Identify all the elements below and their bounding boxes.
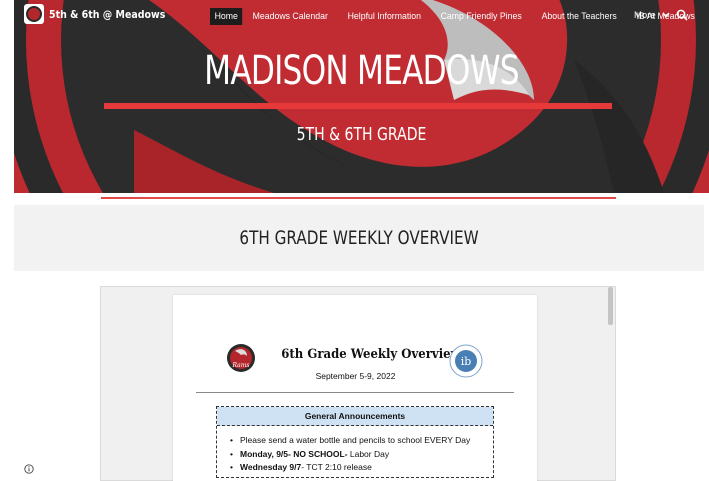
section-header: 6TH GRADE WEEKLY OVERVIEW	[14, 205, 704, 271]
site-logo[interactable]	[24, 4, 44, 24]
nav-meadows-calendar[interactable]: Meadows Calendar	[248, 8, 333, 25]
document-scrollbar[interactable]	[608, 287, 613, 325]
item-text: Please send a water bottle and pencils t…	[239, 435, 471, 445]
document-date: September 5-9, 2022	[315, 371, 396, 381]
document-title: 6th Grade Weekly Overview	[281, 347, 461, 362]
nav-more-label: More	[634, 10, 656, 21]
info-icon[interactable]	[24, 464, 34, 474]
list-item: Please send a water bottle and pencils t…	[230, 434, 470, 448]
item-bold: Monday, 9/5- NO SCHOOL-	[239, 448, 348, 459]
item-text: - TCT 2:10 release	[301, 462, 372, 472]
item-bold: Wednesday 9/7	[239, 462, 302, 472]
accent-divider	[101, 197, 616, 199]
list-item: Monday, 9/5- NO SCHOOL- Labor Day	[230, 448, 470, 462]
section-title: 6TH GRADE WEEKLY OVERVIEW	[239, 227, 479, 249]
hero-divider	[104, 103, 612, 109]
list-item: Wednesday 9/7- TCT 2:10 release	[230, 461, 470, 475]
site-title[interactable]: 5th & 6th @ Meadows	[49, 8, 165, 21]
search-icon[interactable]	[676, 9, 688, 21]
rams-logo-icon: Rams	[227, 344, 255, 372]
nav-helpful-information[interactable]: Helpful Information	[343, 8, 426, 25]
announcements-list: Please send a water bottle and pencils t…	[230, 434, 470, 475]
nav-camp-friendly-pines[interactable]: Camp Friendly Pines	[436, 8, 526, 25]
document-divider	[196, 392, 514, 393]
item-text: Labor Day	[347, 448, 390, 459]
svg-text:ib: ib	[461, 355, 472, 368]
chevron-down-icon	[662, 13, 670, 19]
nav-more-menu[interactable]: More	[634, 10, 670, 21]
hero-title: MADISON MEADOWS	[204, 48, 519, 94]
nav-home[interactable]: Home	[210, 7, 243, 25]
svg-text:Rams: Rams	[231, 362, 249, 369]
nav-about-the-teachers[interactable]: About the Teachers	[537, 8, 621, 25]
announcements-heading: General Announcements	[217, 407, 493, 426]
ib-logo-icon: ib	[449, 344, 483, 378]
hero-subtitle: 5TH & 6TH GRADE	[296, 124, 427, 145]
